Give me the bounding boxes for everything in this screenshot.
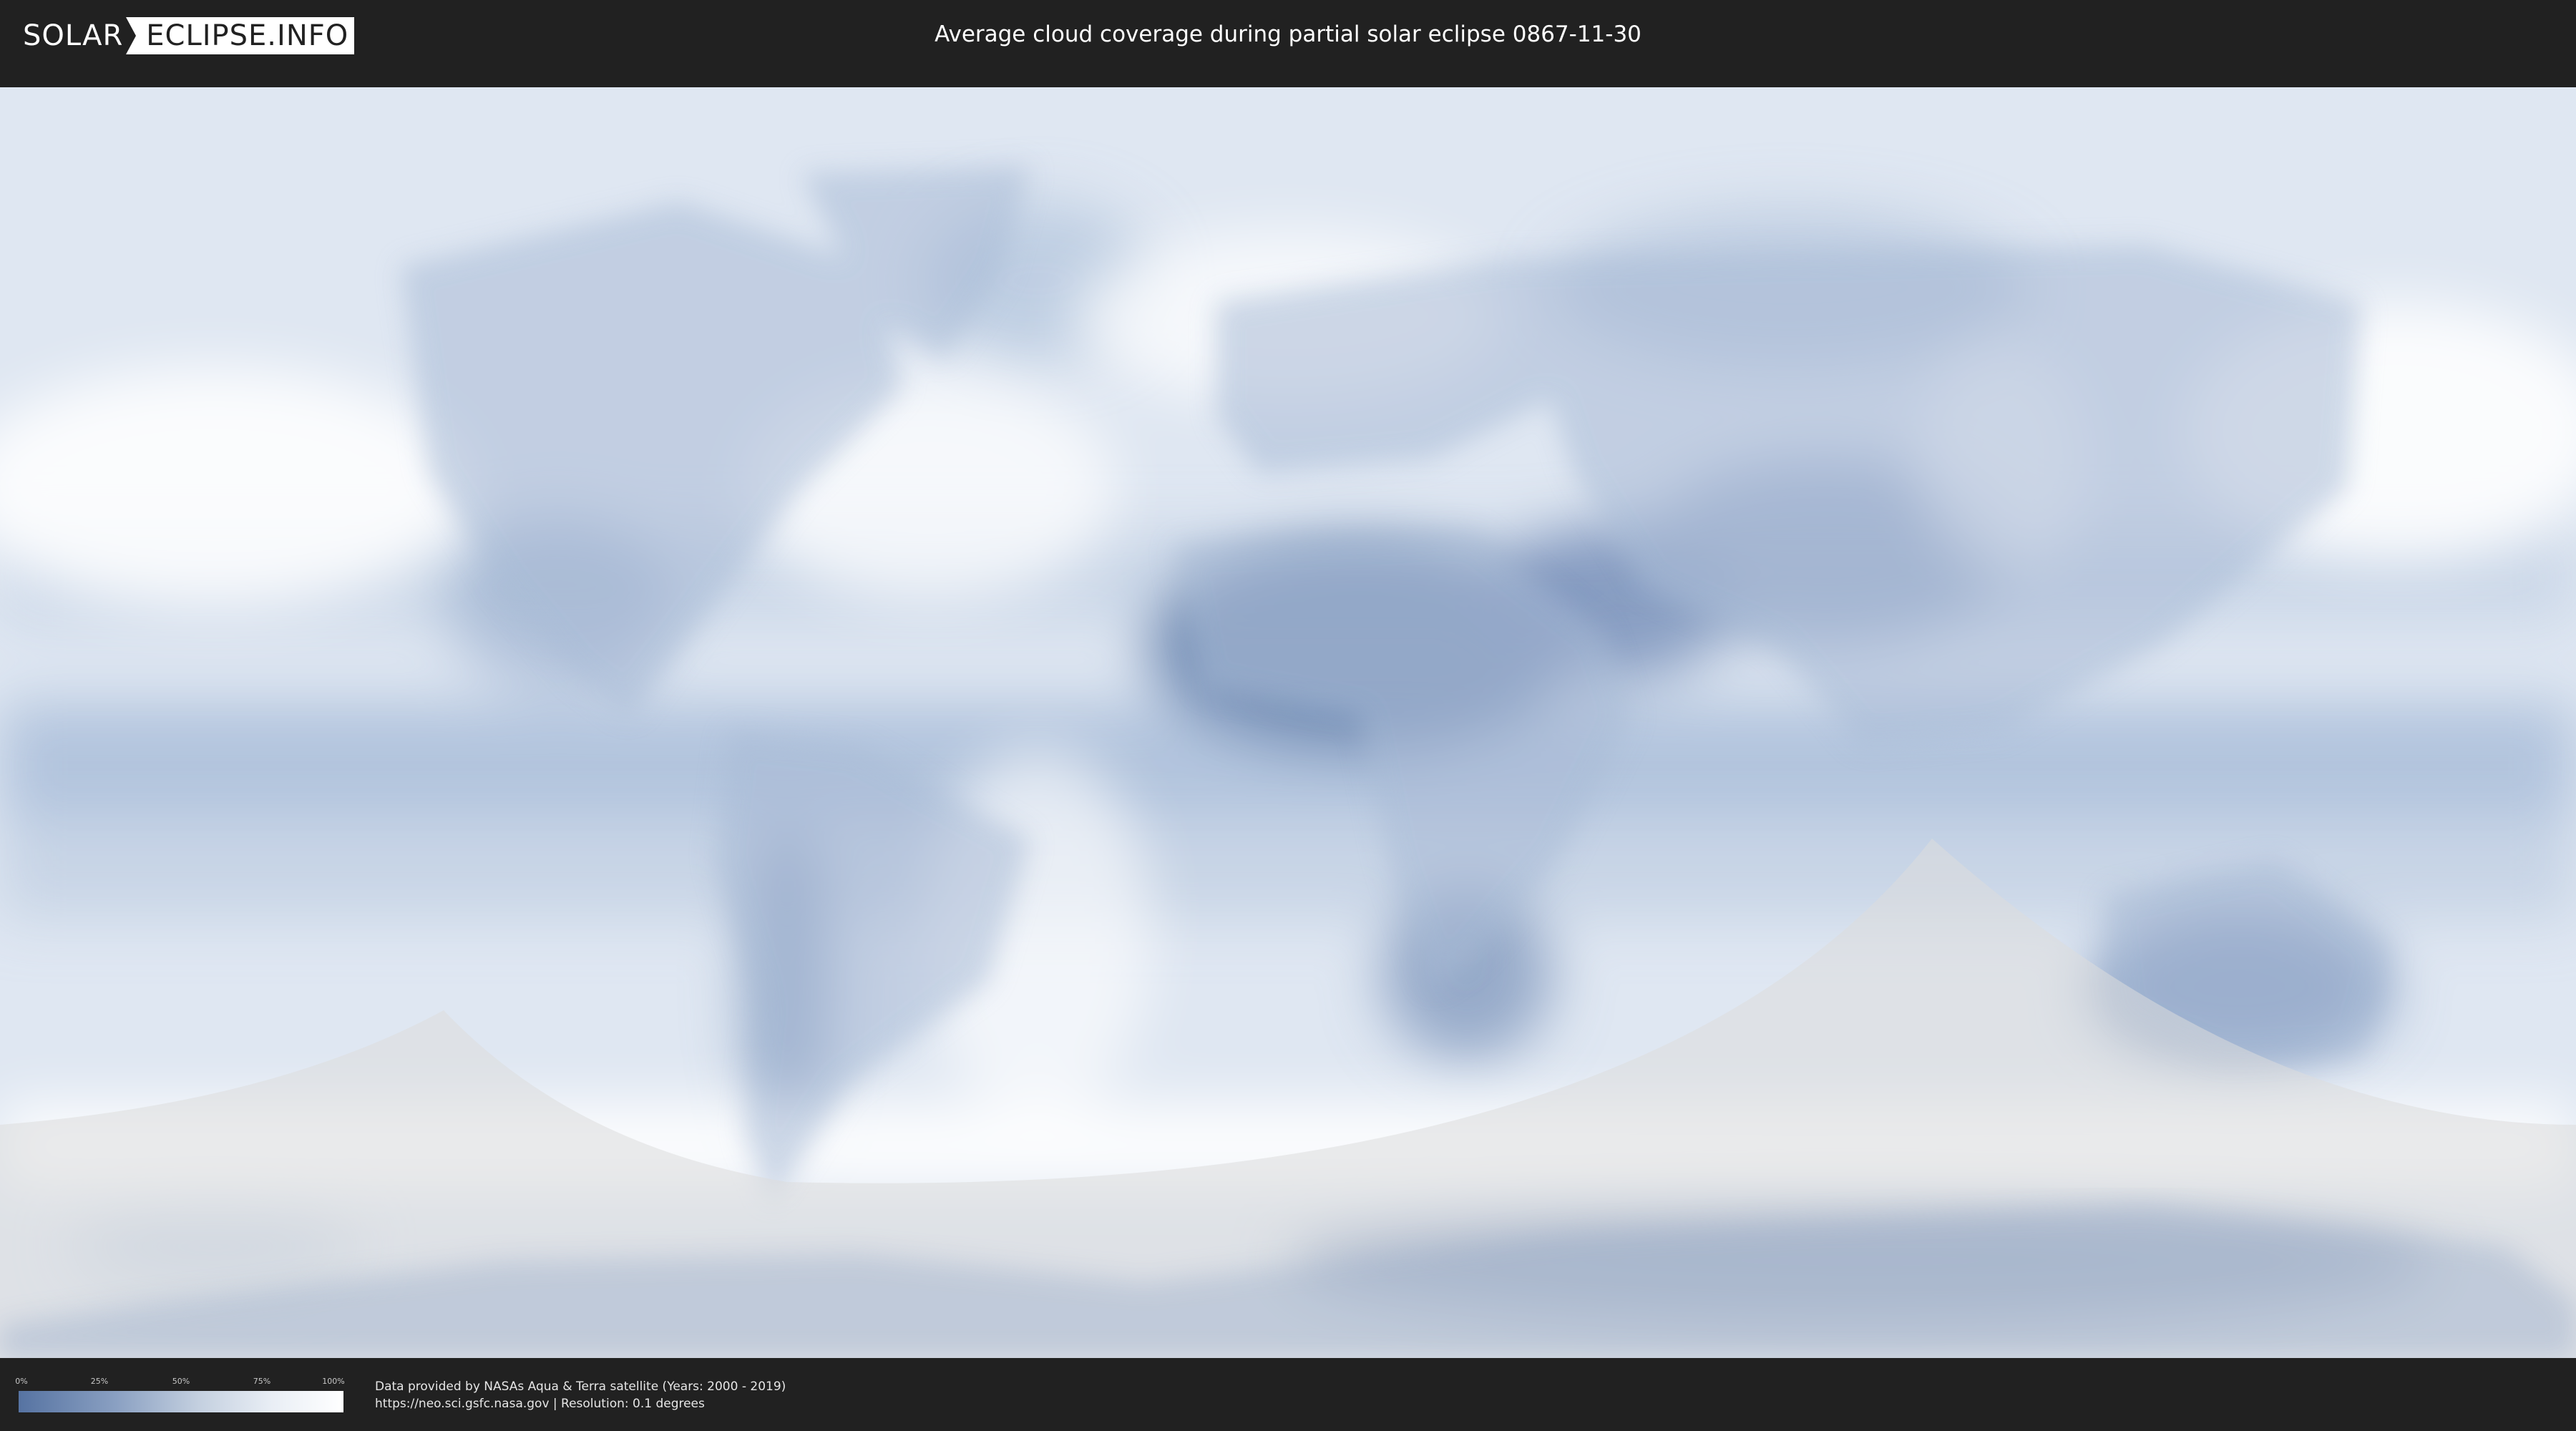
credit-line-1: Data provided by NASAs Aqua & Terra sate…: [375, 1379, 786, 1394]
cloud-coverage-legend: 0% 25% 50% 75% 100%: [15, 1377, 345, 1412]
header-bar: SOLAR ECLIPSE.INFO Average cloud coverag…: [0, 0, 2576, 72]
legend-tick-0: 0%: [15, 1377, 28, 1386]
legend-tick-100: 100%: [322, 1377, 345, 1386]
data-credit: Data provided by NASAs Aqua & Terra sate…: [375, 1378, 786, 1412]
page-title: Average cloud coverage during partial so…: [935, 21, 1641, 47]
world-map: [0, 87, 2576, 1358]
legend-color-bar: [19, 1391, 343, 1412]
legend-tick-50: 50%: [172, 1377, 190, 1386]
credit-line-2[interactable]: https://neo.sci.gsfc.nasa.gov | Resoluti…: [375, 1395, 786, 1412]
legend-tick-75: 75%: [253, 1377, 271, 1386]
cloud-coverage-map: [0, 87, 2576, 1358]
legend-tick-25: 25%: [90, 1377, 109, 1386]
footer-bar: 0% 25% 50% 75% 100% Data provided by NAS…: [0, 1359, 2576, 1431]
